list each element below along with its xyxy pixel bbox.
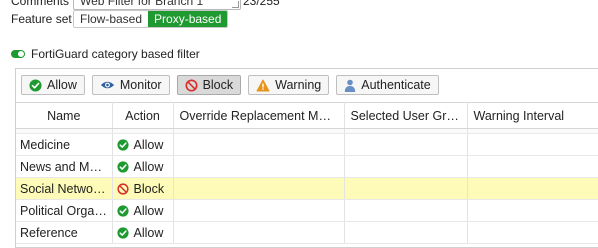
row-action-label: Allow bbox=[133, 137, 164, 152]
table-header-row: Name Action Override Replacement Message… bbox=[16, 102, 598, 129]
comments-label: Comments bbox=[11, 0, 70, 8]
warning-triangle-icon bbox=[256, 79, 270, 92]
comments-row: Comments Web Filter for Branch 1 23/255 bbox=[11, 0, 280, 10]
row-action-label: Allow bbox=[133, 203, 164, 218]
table-row[interactable]: Political Organiz… Allow bbox=[16, 199, 598, 222]
check-circle-icon bbox=[116, 138, 129, 151]
row-groups-cell bbox=[344, 221, 468, 244]
allow-label: Allow bbox=[47, 78, 77, 92]
row-override-cell bbox=[173, 155, 345, 178]
toggle-knob bbox=[18, 51, 24, 57]
row-name: News and Media bbox=[16, 155, 113, 178]
authenticate-label: Authenticate bbox=[361, 78, 431, 92]
fortiguard-toggle-row: FortiGuard category based filter bbox=[11, 47, 200, 61]
block-button[interactable]: Block bbox=[176, 75, 242, 95]
row-interval-cell bbox=[467, 155, 598, 178]
authenticate-button[interactable]: Authenticate bbox=[336, 75, 439, 95]
user-icon bbox=[344, 79, 356, 92]
eye-icon bbox=[100, 79, 115, 91]
row-action-label: Allow bbox=[133, 225, 164, 240]
row-groups-cell bbox=[344, 177, 468, 200]
row-action: Allow bbox=[116, 225, 169, 240]
block-icon bbox=[185, 78, 198, 92]
monitor-button[interactable]: Monitor bbox=[91, 75, 170, 95]
check-circle-icon bbox=[116, 226, 129, 239]
row-name: Medicine bbox=[16, 133, 113, 156]
row-interval-cell bbox=[467, 221, 598, 244]
col-header-name[interactable]: Name bbox=[16, 102, 113, 129]
row-name: Reference bbox=[16, 221, 113, 244]
block-label: Block bbox=[202, 78, 234, 92]
row-interval-cell bbox=[467, 199, 598, 222]
comments-value: Web Filter for Branch 1 bbox=[80, 0, 204, 8]
row-groups-cell bbox=[344, 199, 468, 222]
feature-set-toggle: Flow-based Proxy-based bbox=[73, 10, 229, 28]
col-header-user-groups[interactable]: Selected User Groups bbox=[344, 102, 468, 129]
block-icon bbox=[116, 182, 129, 195]
check-circle-icon bbox=[116, 204, 129, 217]
row-override-cell bbox=[173, 133, 345, 156]
proxy-based-option[interactable]: Proxy-based bbox=[148, 11, 228, 27]
fortiguard-toggle-switch[interactable] bbox=[11, 50, 25, 58]
table-row[interactable]: Medicine Allow bbox=[16, 133, 598, 156]
category-table: Name Action Override Replacement Message… bbox=[16, 102, 598, 244]
comments-counter: 23/255 bbox=[243, 0, 280, 8]
row-action-label: Block bbox=[133, 181, 165, 196]
row-override-cell bbox=[173, 221, 345, 244]
category-panel: Allow Monitor Block Warning Authenticate bbox=[15, 68, 598, 248]
feature-set-row: Feature set Flow-based Proxy-based bbox=[11, 10, 229, 28]
warning-button[interactable]: Warning bbox=[248, 75, 330, 95]
row-name: Social Networking bbox=[16, 177, 113, 200]
row-override-cell bbox=[173, 177, 345, 200]
table-row-selected[interactable]: Social Networking Block bbox=[16, 177, 598, 200]
table-row[interactable]: Reference Allow bbox=[16, 221, 598, 244]
feature-set-label: Feature set bbox=[11, 12, 72, 26]
row-action: Allow bbox=[116, 203, 169, 218]
warning-label: Warning bbox=[275, 78, 322, 92]
check-circle-icon bbox=[116, 160, 129, 173]
row-action-label: Allow bbox=[133, 159, 164, 174]
col-header-action[interactable]: Action bbox=[112, 102, 174, 129]
allow-button[interactable]: Allow bbox=[21, 75, 85, 95]
col-header-override-message[interactable]: Override Replacement Message bbox=[173, 102, 345, 129]
comments-input[interactable]: Web Filter for Branch 1 bbox=[73, 0, 241, 10]
fortiguard-toggle-label: FortiGuard category based filter bbox=[31, 47, 200, 61]
row-interval-cell bbox=[467, 177, 598, 200]
table-row[interactable]: News and Media Allow bbox=[16, 155, 598, 178]
row-interval-cell bbox=[467, 133, 598, 156]
check-circle-icon bbox=[29, 78, 42, 92]
flow-based-option[interactable]: Flow-based bbox=[74, 11, 149, 27]
monitor-label: Monitor bbox=[119, 78, 162, 92]
row-groups-cell bbox=[344, 155, 468, 178]
col-header-warning-interval[interactable]: Warning Interval bbox=[467, 102, 598, 129]
row-override-cell bbox=[173, 199, 345, 222]
row-name: Political Organiz… bbox=[16, 199, 113, 222]
action-toolbar: Allow Monitor Block Warning Authenticate bbox=[16, 69, 598, 102]
row-action: Block bbox=[116, 181, 169, 196]
row-groups-cell bbox=[344, 133, 468, 156]
row-action: Allow bbox=[116, 159, 169, 174]
row-action: Allow bbox=[116, 137, 169, 152]
